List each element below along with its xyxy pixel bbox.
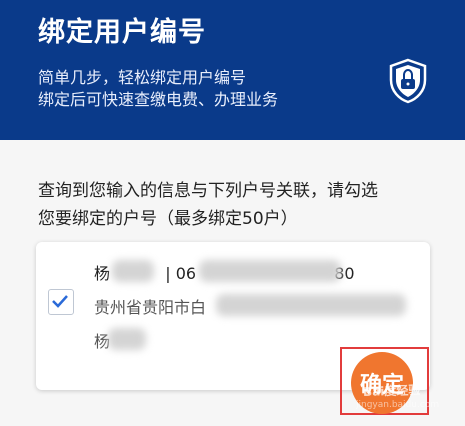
subtitle-line-1: 简单几步，轻松绑定用户编号 [38, 68, 247, 87]
baidu-jingyan-url: jingyan.baidu.com [356, 400, 440, 410]
check-icon [52, 295, 68, 308]
account-address-prefix: 贵州省贵阳市白 [94, 298, 207, 317]
page-subtitle: 简单几步，轻松绑定用户编号 绑定后可快速查缴电费、办理业务 [38, 67, 278, 111]
page-header: 绑定用户编号 简单几步，轻松绑定用户编号 绑定后可快速查缴电费、办理业务 [0, 0, 465, 140]
privacy-blur-owner [108, 328, 146, 350]
privacy-blur-address [216, 294, 406, 316]
privacy-blur-number [199, 260, 341, 282]
instruction-line-1: 查询到您输入的信息与下列户号关联，请勾选 [38, 181, 378, 201]
bind-account-page: 绑定用户编号 简单几步，轻松绑定用户编号 绑定后可快速查缴电费、办理业务 查询到… [0, 0, 465, 426]
baidu-jingyan-watermark: Bai度经验 [362, 383, 421, 399]
account-address: 贵州省贵阳市白 [94, 294, 206, 318]
instruction-text: 查询到您输入的信息与下列户号关联，请勾选 您要绑定的户号（最多绑定50户） [38, 177, 448, 233]
page-title: 绑定用户编号 [38, 17, 206, 48]
account-checkbox[interactable] [48, 289, 74, 315]
subtitle-line-2: 绑定后可快速查缴电费、办理业务 [38, 90, 279, 109]
account-name-prefix: 杨 [94, 264, 111, 283]
privacy-blur-name [112, 260, 154, 282]
account-number-prefix: 06 [175, 264, 197, 283]
shield-lock-icon [389, 58, 427, 104]
instruction-line-2: 您要绑定的户号（最多绑定50户） [38, 209, 298, 229]
